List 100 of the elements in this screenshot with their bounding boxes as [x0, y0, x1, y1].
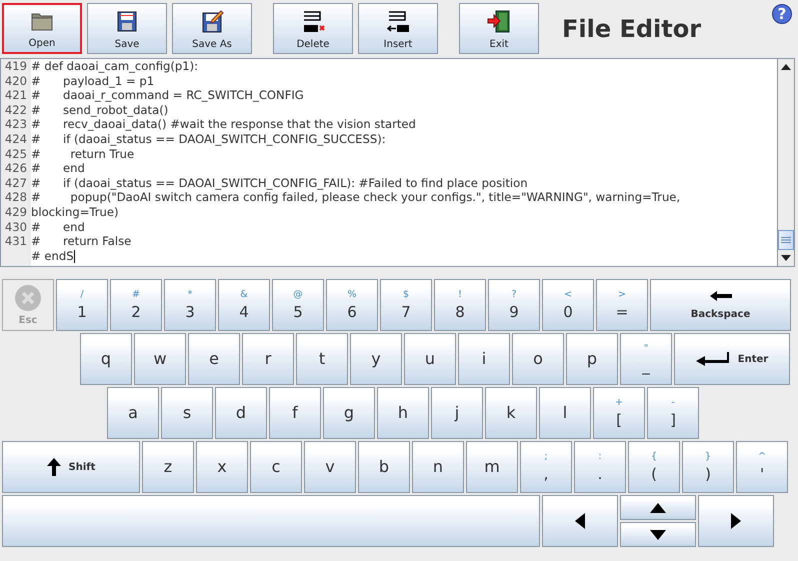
keyboard-key[interactable]: + [ [593, 387, 645, 439]
keyboard-key[interactable]: d [215, 387, 267, 439]
keyboard-key[interactable]: u [404, 333, 456, 385]
line-number: 424 [4, 132, 28, 147]
keyboard-key[interactable]: & 4 [218, 279, 270, 331]
shift-key[interactable]: Shift [2, 441, 140, 493]
keyboard-key[interactable]: f [269, 387, 321, 439]
line-number: 425 [4, 146, 28, 162]
right-arrow-key[interactable] [698, 495, 774, 547]
exit-button[interactable]: Exit [459, 3, 539, 54]
keyboard-key[interactable]: h [377, 387, 429, 439]
insert-line-icon [386, 9, 410, 34]
exit-door-icon [487, 9, 511, 34]
line-number: 430 [4, 220, 28, 234]
code-line: blocking=True) [31, 204, 119, 220]
keyboard-key[interactable]: l [539, 387, 591, 439]
right-triangle-icon [731, 513, 741, 529]
keyboard-key[interactable]: / 1 [56, 279, 108, 331]
code-line: # recv_daoai_data() #wait the response that the vision started [31, 117, 416, 132]
code-line: # payload_1 = p1 [31, 74, 154, 88]
line-number: 427 [4, 176, 28, 190]
keyboard-key[interactable]: * 3 [164, 279, 216, 331]
down-triangle-icon [650, 530, 666, 540]
down-arrow-key[interactable] [620, 522, 696, 547]
vertical-scrollbar[interactable] [777, 59, 794, 266]
keyboard-key[interactable]: > = [596, 279, 648, 331]
keyboard-key[interactable]: e [188, 333, 240, 385]
line-number: 431 [4, 234, 28, 249]
delete-line-icon [301, 9, 325, 34]
keyboard-key[interactable]: ^ ' [736, 441, 788, 493]
keyboard-key[interactable]: ; , [520, 441, 572, 493]
up-triangle-icon [650, 502, 666, 512]
keyboard-key[interactable]: # 2 [110, 279, 162, 331]
down-triangle-icon [781, 255, 791, 261]
line-number: 428 [4, 190, 28, 205]
code-line: # end [31, 220, 85, 234]
code-line: # daoai_r_command = RC_SWITCH_CONFIG [31, 88, 304, 103]
code-line: # if (daoai_status == DAOAI_SWITCH_CONFIG_SUCCESS): [31, 132, 386, 147]
keyboard-key[interactable]: a [107, 387, 159, 439]
delete-button[interactable]: Delete [273, 3, 353, 54]
window-title: File Editor [562, 14, 702, 42]
keyboard-key[interactable]: c [250, 441, 302, 493]
line-number: 420 [4, 74, 28, 88]
keyboard-key[interactable]: z [142, 441, 194, 493]
code-line: # def daoai_cam_config(p1): [31, 59, 198, 74]
grip-lines-icon [781, 237, 791, 243]
keyboard-key[interactable]: { ( [628, 441, 680, 493]
code-line: # if (daoai_status == DAOAI_SWITCH_CONFIG_FAIL): #Failed to find place position [31, 176, 528, 190]
keyboard-key[interactable]: } ) [682, 441, 734, 493]
keyboard-key[interactable]: k [485, 387, 537, 439]
code-line: # end [31, 161, 85, 176]
code-line: # send_robot_data() [31, 102, 168, 118]
line-number: 419 [4, 59, 28, 74]
keyboard-key[interactable]: ? 9 [488, 279, 540, 331]
keyboard-key[interactable]: o [512, 333, 564, 385]
keyboard-key[interactable]: p [566, 333, 618, 385]
code-line: # popup("DaoAI switch camera config failed, please check your configs.", title="WARNING", warning=True, [31, 190, 680, 205]
save-button[interactable]: Save [87, 3, 167, 54]
up-arrow-key[interactable] [620, 495, 696, 520]
keyboard-key[interactable]: r [242, 333, 294, 385]
keyboard-key[interactable]: v [304, 441, 356, 493]
keyboard-key[interactable]: w [134, 333, 186, 385]
keyboard-key[interactable]: " _ [620, 333, 672, 385]
close-icon [15, 284, 41, 310]
backspace-key[interactable]: Backspace [650, 279, 791, 331]
up-arrow-icon [46, 458, 61, 476]
keyboard-key[interactable]: $ 7 [380, 279, 432, 331]
keyboard-key[interactable]: n [412, 441, 464, 493]
keyboard-key[interactable]: x [196, 441, 248, 493]
keyboard-key[interactable]: g [323, 387, 375, 439]
help-button[interactable]: ? [772, 4, 792, 24]
space-bar[interactable] [2, 495, 540, 547]
keyboard-key[interactable]: t [296, 333, 348, 385]
line-number: 422 [4, 102, 28, 118]
keyboard-key[interactable]: j [431, 387, 483, 439]
keyboard-key[interactable]: y [350, 333, 402, 385]
keyboard-key[interactable]: @ 5 [272, 279, 324, 331]
keyboard-key[interactable]: ! 8 [434, 279, 486, 331]
open-button[interactable]: Open [2, 3, 82, 54]
left-arrow-icon [710, 290, 732, 300]
enter-key[interactable]: Enter [674, 333, 790, 385]
insert-button[interactable]: Insert [358, 3, 438, 54]
keyboard-key[interactable]: b [358, 441, 410, 493]
keyboard-key[interactable]: m [466, 441, 518, 493]
up-triangle-icon [781, 64, 791, 70]
keyboard-key[interactable]: - ] [647, 387, 699, 439]
line-number: 423 [4, 117, 28, 132]
floppy-disk-pencil-icon [200, 9, 224, 34]
keyboard-key[interactable]: i [458, 333, 510, 385]
keyboard-key[interactable]: q [80, 333, 132, 385]
saveas-button[interactable]: Save As [172, 3, 252, 54]
line-number: 421 [4, 88, 28, 103]
scroll-thumb[interactable] [778, 230, 794, 250]
line-number: 426 [4, 161, 28, 176]
keyboard-key[interactable]: % 6 [326, 279, 378, 331]
keyboard-key[interactable]: : . [574, 441, 626, 493]
keyboard-key[interactable]: < 0 [542, 279, 594, 331]
left-arrow-key[interactable] [542, 495, 618, 547]
keyboard-key[interactable]: s [161, 387, 213, 439]
code-line: # return True [31, 146, 134, 162]
